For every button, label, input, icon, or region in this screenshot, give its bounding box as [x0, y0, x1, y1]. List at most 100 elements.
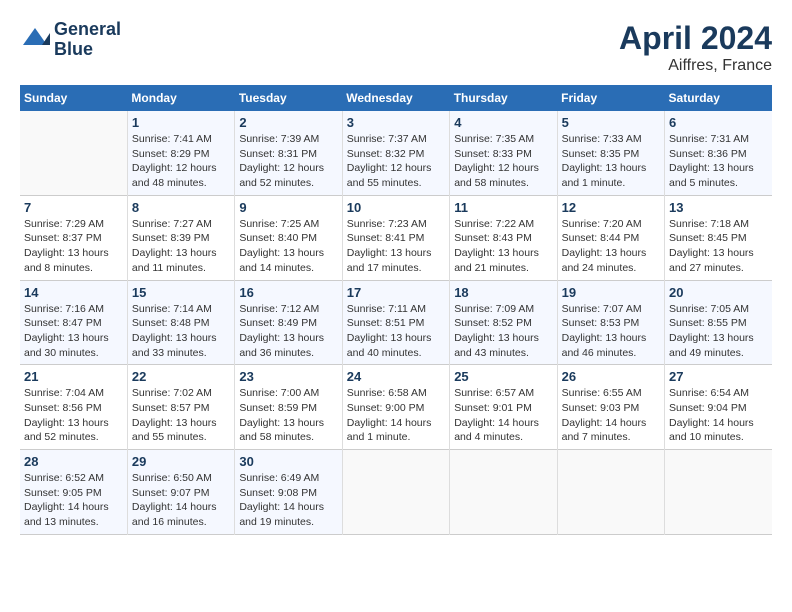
day-number: 27: [669, 369, 768, 384]
day-header-friday: Friday: [557, 85, 664, 111]
calendar-cell: 4 Sunrise: 7:35 AMSunset: 8:33 PMDaylight…: [450, 111, 557, 195]
day-number: 17: [347, 285, 445, 300]
calendar-cell: 24 Sunrise: 6:58 AMSunset: 9:00 PMDayligh…: [342, 365, 449, 450]
page-header: General Blue April 2024 Aiffres, France: [20, 20, 772, 75]
day-number: 18: [454, 285, 552, 300]
day-number: 7: [24, 200, 123, 215]
day-header-wednesday: Wednesday: [342, 85, 449, 111]
day-info: Sunrise: 7:12 AMSunset: 8:49 PMDaylight:…: [239, 302, 337, 361]
calendar-table: SundayMondayTuesdayWednesdayThursdayFrid…: [20, 85, 772, 535]
day-header-sunday: Sunday: [20, 85, 127, 111]
day-header-thursday: Thursday: [450, 85, 557, 111]
day-header-saturday: Saturday: [665, 85, 772, 111]
subtitle: Aiffres, France: [619, 57, 772, 75]
day-info: Sunrise: 7:35 AMSunset: 8:33 PMDaylight:…: [454, 132, 552, 191]
calendar-cell: 27 Sunrise: 6:54 AMSunset: 9:04 PMDayligh…: [665, 365, 772, 450]
day-number: 1: [132, 115, 230, 130]
calendar-cell: 14Sunrise: 7:16 AMSunset: 8:47 PMDayligh…: [20, 280, 127, 365]
calendar-cell: 5Sunrise: 7:33 AMSunset: 8:35 PMDaylight…: [557, 111, 664, 195]
day-info: Sunrise: 7:39 AMSunset: 8:31 PMDaylight:…: [239, 132, 337, 191]
day-info: Sunrise: 7:04 AMSunset: 8:56 PMDaylight:…: [24, 386, 123, 445]
day-info: Sunrise: 7:41 AMSunset: 8:29 PMDaylight:…: [132, 132, 230, 191]
day-info: Sunrise: 6:50 AMSunset: 9:07 PMDaylight:…: [132, 471, 230, 530]
day-number: 3: [347, 115, 445, 130]
calendar-cell: 20Sunrise: 7:05 AMSunset: 8:55 PMDayligh…: [665, 280, 772, 365]
calendar-cell: 30 Sunrise: 6:49 AMSunset: 9:08 PMDayligh…: [235, 450, 342, 535]
day-number: 23: [239, 369, 337, 384]
calendar-cell: 23 Sunrise: 7:00 AMSunset: 8:59 PMDayligh…: [235, 365, 342, 450]
day-number: 12: [562, 200, 660, 215]
title-block: April 2024 Aiffres, France: [619, 20, 772, 75]
day-number: 19: [562, 285, 660, 300]
day-number: 13: [669, 200, 768, 215]
calendar-cell: 11Sunrise: 7:22 AMSunset: 8:43 PMDayligh…: [450, 195, 557, 280]
day-number: 16: [239, 285, 337, 300]
day-number: 9: [239, 200, 337, 215]
calendar-cell: 10Sunrise: 7:23 AMSunset: 8:41 PMDayligh…: [342, 195, 449, 280]
calendar-cell: 28Sunrise: 6:52 AMSunset: 9:05 PMDayligh…: [20, 450, 127, 535]
day-number: 29: [132, 454, 230, 469]
logo-text: General Blue: [54, 20, 121, 60]
calendar-header-row: SundayMondayTuesdayWednesdayThursdayFrid…: [20, 85, 772, 111]
day-info: Sunrise: 7:02 AMSunset: 8:57 PMDaylight:…: [132, 386, 230, 445]
main-title: April 2024: [619, 20, 772, 57]
calendar-week-1: 1 Sunrise: 7:41 AMSunset: 8:29 PMDaylight…: [20, 111, 772, 195]
calendar-cell: 16 Sunrise: 7:12 AMSunset: 8:49 PMDayligh…: [235, 280, 342, 365]
calendar-cell: 3 Sunrise: 7:37 AMSunset: 8:32 PMDaylight…: [342, 111, 449, 195]
day-info: Sunrise: 7:33 AMSunset: 8:35 PMDaylight:…: [562, 132, 660, 191]
calendar-cell: [342, 450, 449, 535]
logo-icon: [20, 25, 50, 55]
day-info: Sunrise: 6:54 AMSunset: 9:04 PMDaylight:…: [669, 386, 768, 445]
logo: General Blue: [20, 20, 121, 60]
day-info: Sunrise: 7:18 AMSunset: 8:45 PMDaylight:…: [669, 217, 768, 276]
calendar-cell: 8 Sunrise: 7:27 AMSunset: 8:39 PMDaylight…: [127, 195, 234, 280]
calendar-cell: 15 Sunrise: 7:14 AMSunset: 8:48 PMDayligh…: [127, 280, 234, 365]
day-number: 8: [132, 200, 230, 215]
calendar-cell: 1 Sunrise: 7:41 AMSunset: 8:29 PMDaylight…: [127, 111, 234, 195]
calendar-body: 1 Sunrise: 7:41 AMSunset: 8:29 PMDaylight…: [20, 111, 772, 534]
day-info: Sunrise: 7:27 AMSunset: 8:39 PMDaylight:…: [132, 217, 230, 276]
day-number: 15: [132, 285, 230, 300]
day-info: Sunrise: 7:31 AMSunset: 8:36 PMDaylight:…: [669, 132, 768, 191]
day-header-tuesday: Tuesday: [235, 85, 342, 111]
calendar-cell: 22Sunrise: 7:02 AMSunset: 8:57 PMDayligh…: [127, 365, 234, 450]
day-info: Sunrise: 7:05 AMSunset: 8:55 PMDaylight:…: [669, 302, 768, 361]
calendar-cell: 2 Sunrise: 7:39 AMSunset: 8:31 PMDaylight…: [235, 111, 342, 195]
day-number: 28: [24, 454, 123, 469]
day-header-monday: Monday: [127, 85, 234, 111]
calendar-cell: 13 Sunrise: 7:18 AMSunset: 8:45 PMDayligh…: [665, 195, 772, 280]
calendar-cell: 9Sunrise: 7:25 AMSunset: 8:40 PMDaylight…: [235, 195, 342, 280]
calendar-cell: [665, 450, 772, 535]
day-info: Sunrise: 7:20 AMSunset: 8:44 PMDaylight:…: [562, 217, 660, 276]
calendar-cell: 17 Sunrise: 7:11 AMSunset: 8:51 PMDayligh…: [342, 280, 449, 365]
calendar-cell: [20, 111, 127, 195]
calendar-week-3: 14Sunrise: 7:16 AMSunset: 8:47 PMDayligh…: [20, 280, 772, 365]
day-number: 2: [239, 115, 337, 130]
day-info: Sunrise: 7:16 AMSunset: 8:47 PMDaylight:…: [24, 302, 123, 361]
calendar-cell: 26Sunrise: 6:55 AMSunset: 9:03 PMDayligh…: [557, 365, 664, 450]
day-number: 24: [347, 369, 445, 384]
day-number: 6: [669, 115, 768, 130]
calendar-cell: [557, 450, 664, 535]
calendar-cell: 21 Sunrise: 7:04 AMSunset: 8:56 PMDayligh…: [20, 365, 127, 450]
day-number: 11: [454, 200, 552, 215]
day-number: 25: [454, 369, 552, 384]
day-info: Sunrise: 7:37 AMSunset: 8:32 PMDaylight:…: [347, 132, 445, 191]
day-info: Sunrise: 7:14 AMSunset: 8:48 PMDaylight:…: [132, 302, 230, 361]
calendar-cell: 19Sunrise: 7:07 AMSunset: 8:53 PMDayligh…: [557, 280, 664, 365]
calendar-cell: 6 Sunrise: 7:31 AMSunset: 8:36 PMDaylight…: [665, 111, 772, 195]
day-number: 10: [347, 200, 445, 215]
day-info: Sunrise: 6:49 AMSunset: 9:08 PMDaylight:…: [239, 471, 337, 530]
day-number: 4: [454, 115, 552, 130]
calendar-cell: [450, 450, 557, 535]
calendar-cell: 12 Sunrise: 7:20 AMSunset: 8:44 PMDayligh…: [557, 195, 664, 280]
day-info: Sunrise: 7:11 AMSunset: 8:51 PMDaylight:…: [347, 302, 445, 361]
day-info: Sunrise: 7:00 AMSunset: 8:59 PMDaylight:…: [239, 386, 337, 445]
day-info: Sunrise: 6:58 AMSunset: 9:00 PMDaylight:…: [347, 386, 445, 445]
day-number: 30: [239, 454, 337, 469]
calendar-cell: 7Sunrise: 7:29 AMSunset: 8:37 PMDaylight…: [20, 195, 127, 280]
day-info: Sunrise: 6:55 AMSunset: 9:03 PMDaylight:…: [562, 386, 660, 445]
calendar-cell: 25Sunrise: 6:57 AMSunset: 9:01 PMDayligh…: [450, 365, 557, 450]
day-number: 21: [24, 369, 123, 384]
day-info: Sunrise: 7:09 AMSunset: 8:52 PMDaylight:…: [454, 302, 552, 361]
